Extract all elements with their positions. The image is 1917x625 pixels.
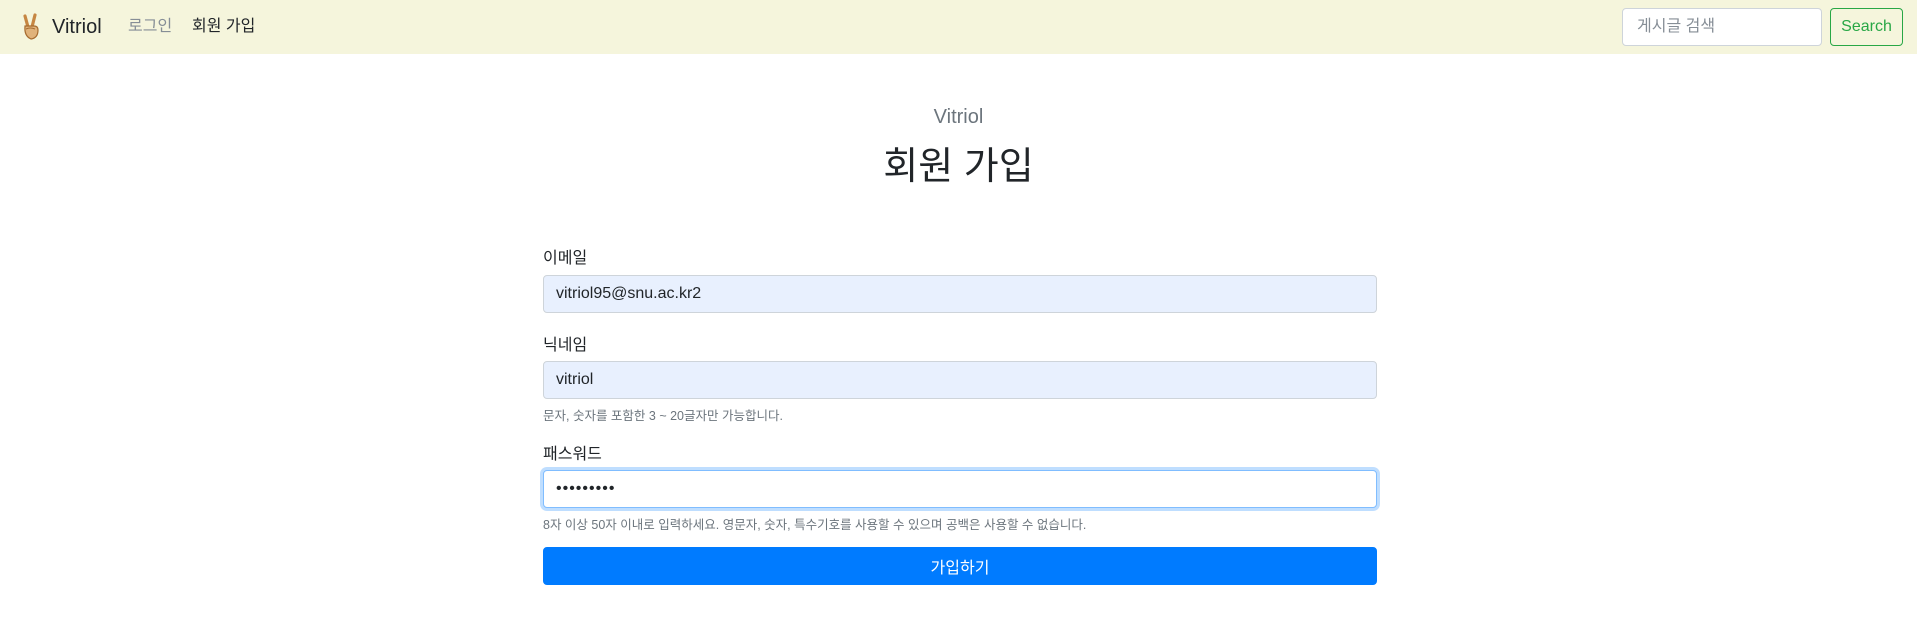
password-field[interactable] [543,470,1377,508]
peace-hand-icon [23,13,39,40]
nav-login-link[interactable]: 로그인 [128,16,172,38]
email-label: 이메일 [543,250,588,267]
nav-signup-link[interactable]: 회원 가입 [192,16,255,38]
navbar: Vitriol 로그인 회원 가입 Search [0,0,1917,54]
signup-submit-button[interactable]: 가입하기 [543,547,1377,585]
search-input[interactable] [1622,8,1822,46]
nickname-label: 닉네임 [543,337,588,354]
nickname-field[interactable] [543,361,1377,399]
password-help-text: 8자 이상 50자 이내로 입력하세요. 영문자, 숫자, 특수기호를 사용할 … [543,518,1087,532]
nickname-help-text: 문자, 숫자를 포함한 3 ~ 20글자만 가능합니다. [543,409,783,423]
password-label: 패스워드 [543,446,602,463]
brand-name: Vitriol [52,15,102,38]
site-name: Vitriol [933,106,984,128]
email-field[interactable] [543,275,1377,313]
search-button[interactable]: Search [1830,8,1903,46]
page-title: 회원 가입 [883,146,1034,188]
brand-link[interactable]: Vitriol [16,12,102,42]
